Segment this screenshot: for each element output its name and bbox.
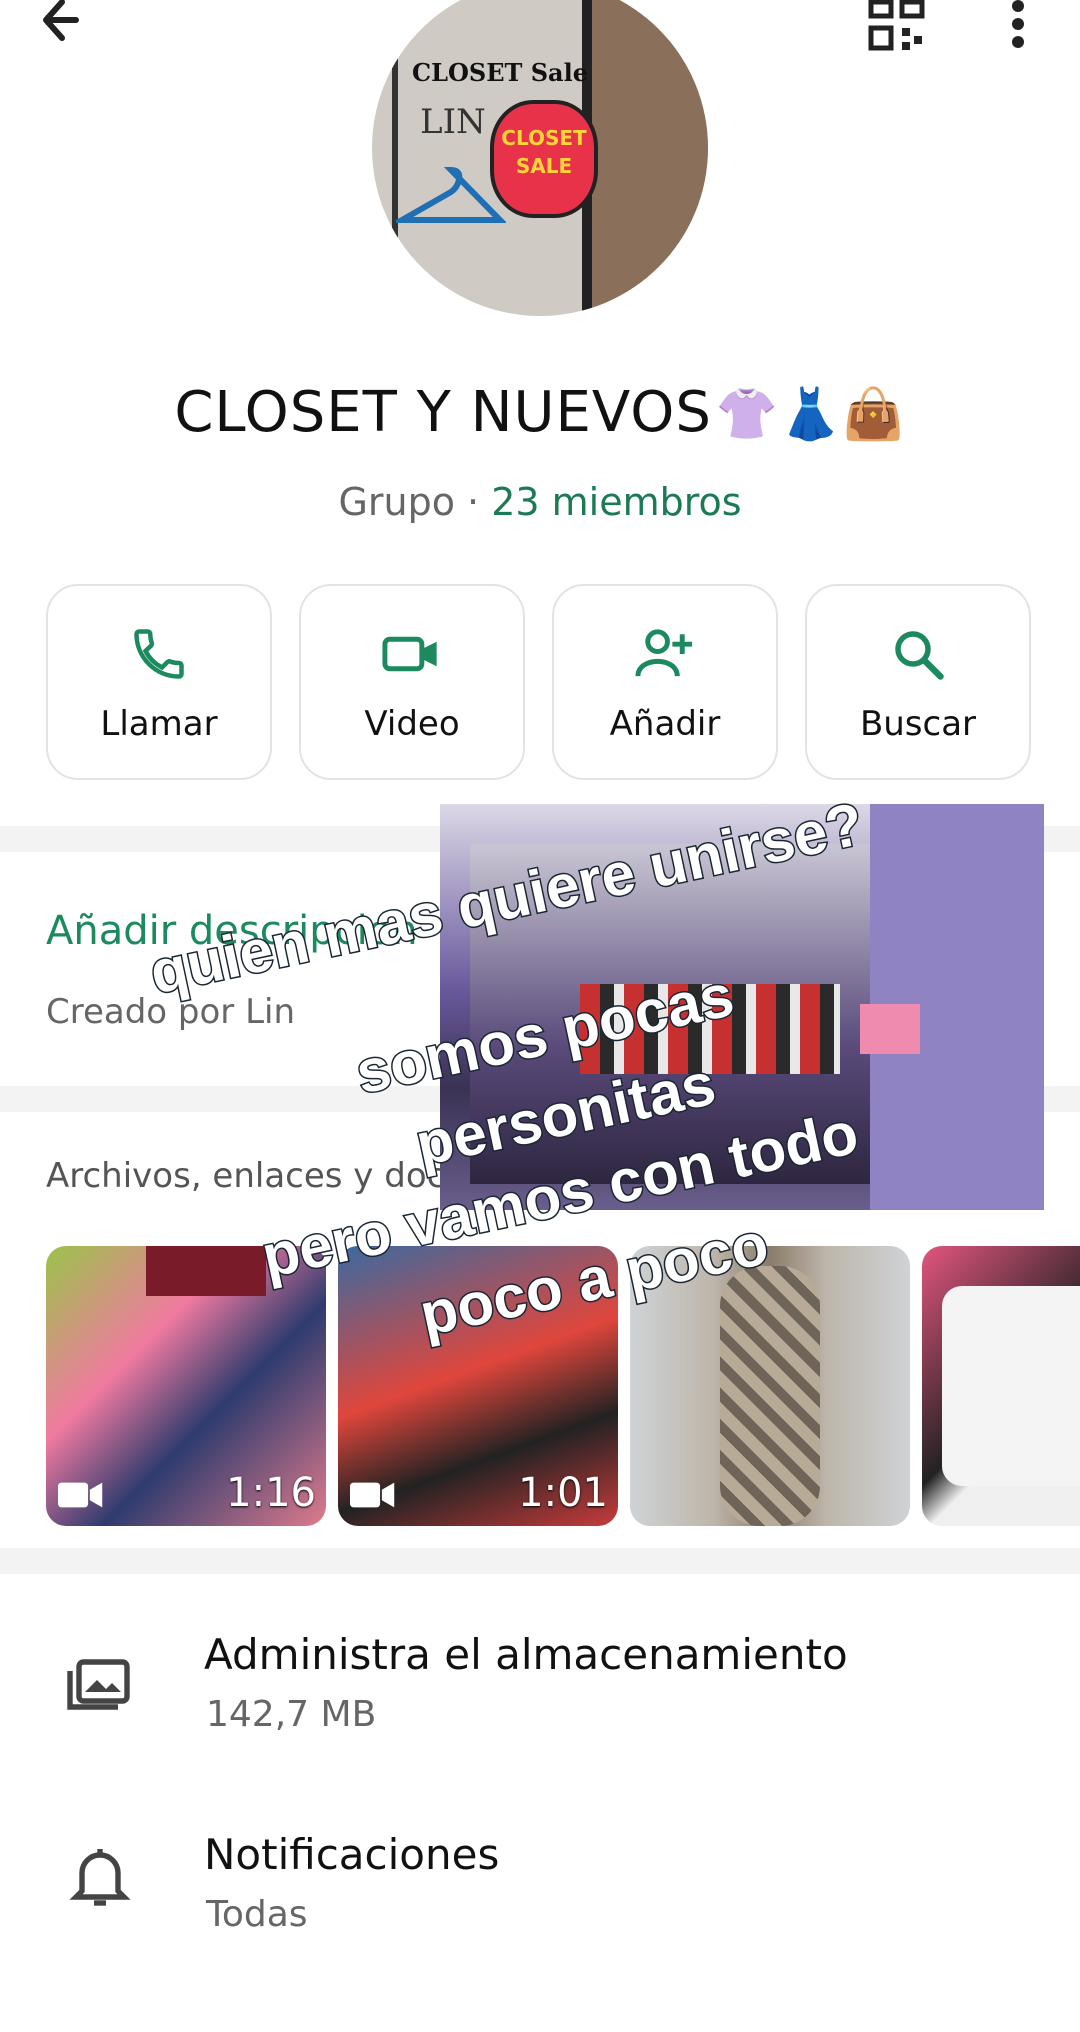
video-button[interactable]: Video (299, 584, 525, 780)
video-duration: 1:16 (226, 1470, 316, 1516)
more-options-button[interactable] (1000, 0, 1036, 52)
notifications-title: Notificaciones (204, 1830, 500, 1879)
more-vert-icon (1012, 0, 1024, 48)
qr-code-button[interactable] (866, 0, 932, 52)
sticker-line2: SALE (515, 154, 573, 178)
arrow-left-icon (43, 0, 79, 41)
video-camera-icon (58, 1482, 103, 1508)
section-divider (0, 1548, 1080, 1574)
qr-code-icon (868, 0, 925, 51)
call-label: Llamar (100, 704, 218, 744)
video-duration: 1:01 (518, 1470, 608, 1516)
group-members-count[interactable]: 23 miembros (491, 480, 741, 524)
group-name-text: CLOSET Y NUEVOS (174, 380, 712, 445)
search-label: Buscar (859, 704, 977, 744)
search-button[interactable]: Buscar (805, 584, 1031, 780)
back-button[interactable] (36, 0, 106, 50)
media-thumbnail[interactable] (922, 1246, 1080, 1526)
add-person-icon (635, 629, 693, 677)
avatar-title: CLOSET Sale (412, 58, 588, 87)
storage-title: Administra el almacenamiento (204, 1630, 848, 1679)
video-camera-icon (350, 1482, 395, 1508)
group-subtitle: Grupo · 23 miembros (0, 480, 1080, 524)
group-avatar[interactable]: CLOSET Sale LIN CLOSET SALE (372, 0, 708, 316)
search-icon (895, 631, 944, 680)
call-button[interactable]: Llamar (46, 584, 272, 780)
storage-row[interactable]: Administra el almacenamiento 142,7 MB (0, 1600, 1080, 1750)
storage-folder-icon (67, 1659, 130, 1710)
sticker-line1: CLOSET (501, 126, 587, 150)
video-label: Video (364, 704, 460, 744)
closet-sale-sticker: CLOSET SALE (490, 100, 598, 218)
add-participant-button[interactable]: Añadir (552, 584, 778, 780)
storage-size: 142,7 MB (206, 1694, 377, 1735)
group-type: Grupo · (338, 480, 492, 524)
group-name: CLOSET Y NUEVOS👚👗👜 (0, 380, 1080, 445)
bell-icon (69, 1849, 131, 1906)
phone-icon (134, 629, 184, 679)
notifications-value: Todas (206, 1894, 308, 1935)
group-name-emojis: 👚👗👜 (715, 385, 906, 443)
video-icon (382, 636, 437, 672)
avatar-initials: LIN (420, 102, 486, 142)
hanger-icon (396, 166, 506, 223)
notifications-row[interactable]: Notificaciones Todas (0, 1800, 1080, 1950)
add-label: Añadir (609, 704, 721, 744)
